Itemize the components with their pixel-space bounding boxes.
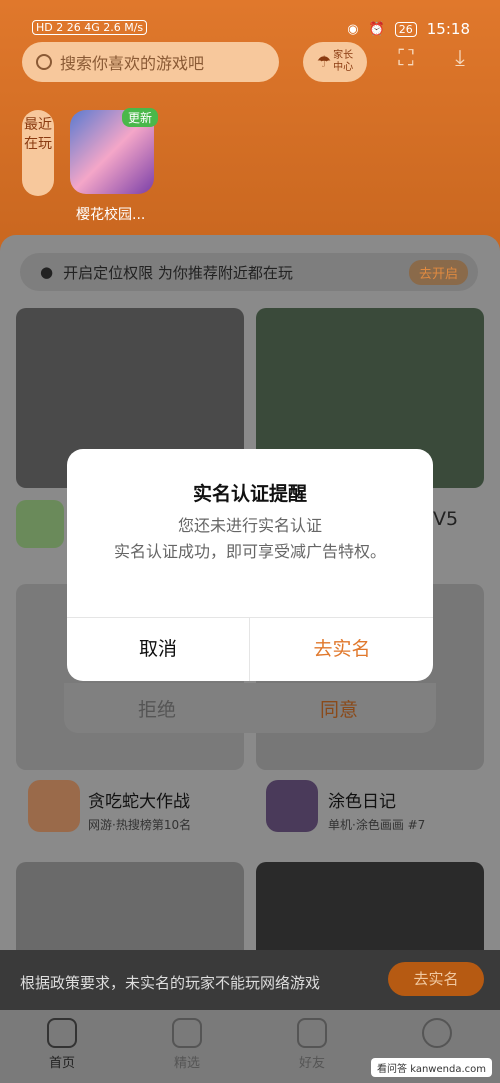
status-left: HD 2 26 4G 2.6 M/s	[32, 20, 148, 35]
dialog-line-2: 实名认证成功，即可享受减广告特权。	[113, 542, 386, 561]
scan-icon[interactable]: ⛶	[392, 46, 420, 74]
download-icon[interactable]: ⤓	[446, 46, 474, 74]
search-placeholder: 搜索你喜欢的游戏吧	[60, 54, 205, 73]
star-icon	[172, 1018, 202, 1048]
ghost-icon	[297, 1018, 327, 1048]
cancel-button[interactable]: 取消	[67, 617, 249, 681]
game-name-1[interactable]: 贪吃蛇大作战	[88, 787, 190, 812]
nav-friends-label: 好友	[298, 1056, 325, 1071]
face-icon	[422, 1018, 452, 1048]
game-card-icon[interactable]	[16, 500, 64, 548]
watermark: 看问答 kanwenda.com	[371, 1058, 492, 1077]
location-text: 开启定位权限 为你推荐附近都在玩	[63, 263, 293, 282]
dialog-button-divider	[249, 617, 250, 681]
behind-label: V5	[433, 508, 459, 530]
nav-profile[interactable]	[407, 1018, 467, 1052]
underlay-dialog: 拒绝 同意	[64, 683, 436, 733]
recent-tag: 最近在玩	[22, 110, 54, 196]
underlay-reject: 拒绝	[138, 699, 177, 721]
realname-banner: 根据政策要求，未实名的玩家不能玩网络游戏 去实名	[0, 950, 500, 1010]
parent-center-label: 家长 中心	[333, 50, 354, 73]
parent-center-button[interactable]: ☂ 家长 中心	[303, 42, 367, 82]
search-input[interactable]: 搜索你喜欢的游戏吧	[22, 42, 279, 82]
banner-text: 根据政策要求，未实名的玩家不能玩网络游戏	[20, 974, 321, 992]
underlay-agree: 同意	[320, 699, 359, 721]
banner-realname-button[interactable]: 去实名	[388, 962, 484, 996]
enable-location-button[interactable]: 去开启	[408, 260, 468, 285]
alarm-icon: ⏰	[368, 21, 385, 37]
coloring-game-icon[interactable]	[266, 780, 318, 832]
status-time: 15:18	[426, 20, 470, 38]
dialog-title: 实名认证提醒	[192, 483, 307, 505]
snake-game-icon[interactable]	[28, 780, 80, 832]
battery-icon: 26	[394, 21, 417, 37]
game-meta-1: 网游·热搜榜第10名	[88, 818, 192, 832]
nav-home[interactable]: 首页	[32, 1018, 92, 1071]
game-meta-2: 单机·涂色画画 #7	[328, 818, 426, 832]
gamepad-icon	[47, 1018, 77, 1048]
location-prompt: ● 开启定位权限 为你推荐附近都在玩 去开启	[20, 253, 478, 291]
dialog-message: 您还未进行实名认证 实名认证成功，即可享受减广告特权。	[97, 513, 403, 565]
update-badge: 更新	[122, 108, 159, 127]
dialog-line-1: 您还未进行实名认证	[177, 516, 322, 535]
umbrella-icon: ☂	[316, 52, 332, 71]
realname-dialog: 实名认证提醒 您还未进行实名认证 实名认证成功，即可享受减广告特权。 取消 去实…	[67, 449, 433, 681]
game-name-2[interactable]: 涂色日记	[328, 787, 396, 812]
recent-game-name[interactable]: 樱花校园...	[76, 204, 145, 224]
nav-featured-label: 精选	[173, 1056, 200, 1071]
location-pin-icon: ●	[40, 263, 54, 281]
nav-home-label: 首页	[48, 1056, 75, 1071]
go-realname-button[interactable]: 去实名	[251, 617, 433, 681]
nav-featured[interactable]: 精选	[157, 1018, 217, 1071]
game-card-6[interactable]	[256, 862, 484, 962]
nav-friends[interactable]: 好友	[282, 1018, 342, 1071]
search-icon	[36, 54, 52, 70]
game-card-5[interactable]	[16, 862, 244, 962]
status-bar: HD 2 26 4G 2.6 M/s ◉ ⏰ 26 15:18	[0, 14, 500, 44]
eye-icon: ◉	[347, 21, 359, 37]
